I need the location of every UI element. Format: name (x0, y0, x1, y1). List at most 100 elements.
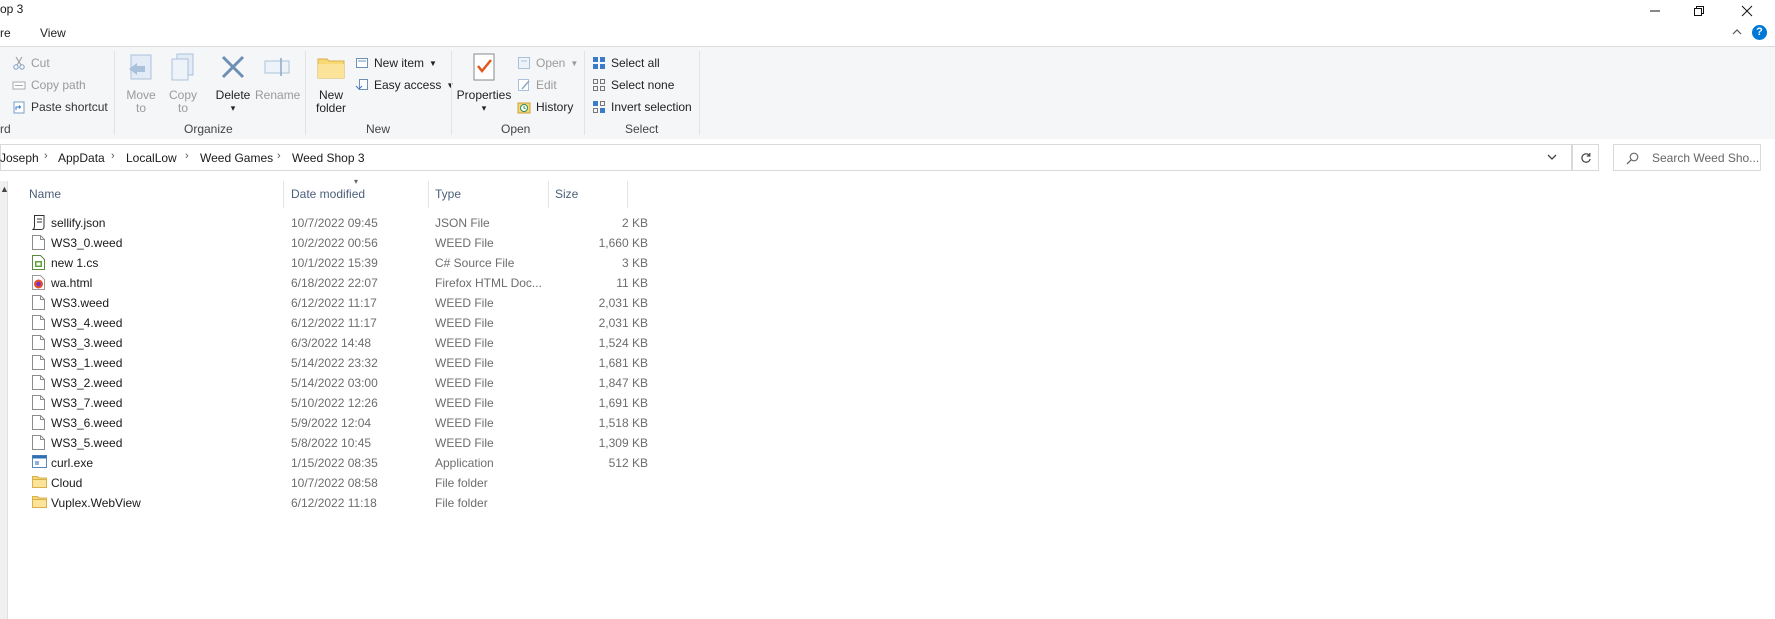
file-size: 1,681 KB (598, 356, 648, 370)
ribbon-tabs: re View ? (0, 22, 1775, 46)
search-box[interactable]: Search Weed Sho... (1613, 144, 1761, 171)
address-dropdown-icon[interactable] (1546, 151, 1558, 166)
file-row[interactable]: Cloud 10/7/2022 08:58 File folder (28, 472, 628, 493)
file-type: C# Source File (435, 256, 515, 270)
file-name: WS3_4.weed (51, 316, 123, 330)
copy-to-button[interactable]: Copy to (164, 51, 202, 115)
file-row[interactable]: WS3.weed 6/12/2022 11:17 WEED File 2,031 KB (28, 292, 648, 313)
file-row[interactable]: WS3_3.weed 6/3/2022 14:48 WEED File 1,524 K… (28, 332, 648, 353)
file-date-modified: 5/14/2022 03:00 (291, 376, 378, 390)
file-icon (32, 335, 45, 350)
properties-button[interactable]: Properties ▾ (456, 51, 512, 115)
file-date-modified: 6/12/2022 11:18 (291, 496, 377, 510)
file-row[interactable]: WS3_6.weed 5/9/2022 12:04 WEED File 1,518 K… (28, 412, 648, 433)
file-name: curl.exe (51, 456, 94, 470)
rename-button[interactable]: Rename (255, 51, 300, 102)
file-row[interactable]: WS3_2.weed 5/14/2022 03:00 WEED File 1,847 … (28, 372, 648, 393)
close-icon[interactable] (1725, 0, 1769, 22)
collapse-ribbon-icon[interactable] (1731, 26, 1743, 41)
chevron-right-icon[interactable]: › (44, 150, 48, 162)
delete-button[interactable]: Delete ▾ (213, 51, 253, 115)
new-item-button[interactable]: New item ▼ (355, 54, 437, 72)
search-icon (1626, 152, 1639, 165)
breadcrumb-weed-shop-3[interactable]: Weed Shop 3 (292, 151, 365, 165)
select-all-button[interactable]: Select all (592, 54, 660, 72)
open-button[interactable]: Open ▼ (517, 54, 578, 72)
scissors-icon (13, 56, 25, 70)
column-divider[interactable] (283, 181, 284, 208)
cut-button[interactable]: Cut (12, 54, 50, 72)
file-name: Cloud (51, 476, 83, 490)
breadcrumb-joseph[interactable]: Joseph (0, 151, 39, 165)
window-title: op 3 (0, 2, 24, 16)
file-row[interactable]: WS3_4.weed 6/12/2022 11:17 WEED File 2,031 … (28, 312, 648, 333)
scroll-up-icon[interactable]: ▲ (0, 184, 9, 194)
chevron-right-icon[interactable]: › (185, 150, 189, 162)
new-folder-button[interactable]: New folder (312, 51, 350, 115)
paste-shortcut-button[interactable]: Paste shortcut (12, 98, 108, 116)
file-row[interactable]: Vuplex.WebView 6/12/2022 11:18 File folder (28, 492, 628, 513)
chevron-down-icon: ▼ (429, 58, 437, 68)
file-type: WEED File (435, 316, 494, 330)
chevron-right-icon[interactable]: › (277, 150, 281, 162)
file-icon (32, 295, 45, 310)
file-type: File folder (435, 496, 488, 510)
history-icon (517, 102, 531, 114)
file-row[interactable]: sellify.json 10/7/2022 09:45 JSON File 2 KB (28, 212, 648, 233)
column-divider[interactable] (428, 181, 429, 208)
tab-share[interactable]: re (0, 26, 11, 40)
tab-view[interactable]: View (40, 26, 66, 40)
file-type: WEED File (435, 416, 494, 430)
paste-shortcut-label: Paste shortcut (31, 100, 108, 114)
file-date-modified: 5/8/2022 10:45 (291, 436, 372, 450)
file-icon (32, 235, 45, 250)
column-header-name[interactable]: Name (29, 187, 61, 201)
easy-access-button[interactable]: Easy access ▼ (355, 76, 454, 94)
refresh-icon[interactable] (1572, 144, 1599, 171)
help-icon[interactable]: ? (1752, 25, 1767, 40)
file-row[interactable]: WS3_1.weed 5/14/2022 23:32 WEED File 1,681 … (28, 352, 648, 373)
edit-button[interactable]: Edit (517, 76, 557, 94)
select-group-label: Select (625, 122, 659, 136)
delete-label: Delete (215, 88, 251, 102)
history-button[interactable]: History (517, 98, 573, 116)
column-divider[interactable] (627, 181, 628, 208)
restore-icon[interactable] (1677, 0, 1721, 22)
chevron-right-icon[interactable]: › (111, 150, 115, 162)
new-item-icon (356, 58, 368, 68)
file-size: 2,031 KB (598, 316, 648, 330)
file-row[interactable]: new 1.cs 10/1/2022 15:39 C# Source File 3 K… (28, 252, 648, 273)
select-none-button[interactable]: Select none (592, 76, 674, 94)
file-row[interactable]: curl.exe 1/15/2022 08:35 Application 512 KB (28, 452, 648, 473)
minimize-icon[interactable] (1633, 0, 1677, 22)
file-row[interactable]: wa.html 6/18/2022 22:07 Firefox HTML Doc..… (28, 272, 648, 293)
invert-selection-button[interactable]: Invert selection (592, 98, 692, 116)
file-date-modified: 5/9/2022 12:04 (291, 416, 372, 430)
file-type: Application (435, 456, 494, 470)
file-row[interactable]: WS3_0.weed 10/2/2022 00:56 WEED File 1,660 … (28, 232, 648, 253)
file-name: sellify.json (51, 216, 106, 230)
column-header-date-modified[interactable]: Date modified (291, 187, 365, 201)
file-list: sellify.json 10/7/2022 09:45 JSON File 2 KB… (0, 212, 700, 532)
file-size: 2 KB (621, 216, 648, 230)
file-date-modified: 10/7/2022 08:58 (291, 476, 378, 490)
search-placeholder: Search Weed Sho... (1652, 151, 1760, 165)
column-header-type[interactable]: Type (435, 187, 461, 201)
move-to-button[interactable]: Move to (122, 51, 160, 115)
properties-icon (473, 53, 495, 81)
file-date-modified: 10/7/2022 09:45 (291, 216, 378, 230)
folder-icon (32, 495, 47, 510)
invert-selection-label: Invert selection (611, 100, 692, 114)
file-type: WEED File (435, 396, 494, 410)
chevron-down-icon: ▾ (481, 103, 487, 113)
edit-icon (518, 79, 530, 91)
column-divider[interactable] (548, 181, 549, 208)
copy-path-button[interactable]: Copy path (12, 76, 86, 94)
breadcrumb-locallow[interactable]: LocalLow (126, 151, 177, 165)
file-row[interactable]: WS3_7.weed 5/10/2022 12:26 WEED File 1,691 … (28, 392, 648, 413)
file-row[interactable]: WS3_5.weed 5/8/2022 10:45 WEED File 1,309 K… (28, 432, 648, 453)
breadcrumb-weed-games[interactable]: Weed Games (200, 151, 273, 165)
breadcrumb-appdata[interactable]: AppData (58, 151, 105, 165)
new-item-label: New item (374, 56, 425, 70)
column-header-size[interactable]: Size (555, 187, 578, 201)
